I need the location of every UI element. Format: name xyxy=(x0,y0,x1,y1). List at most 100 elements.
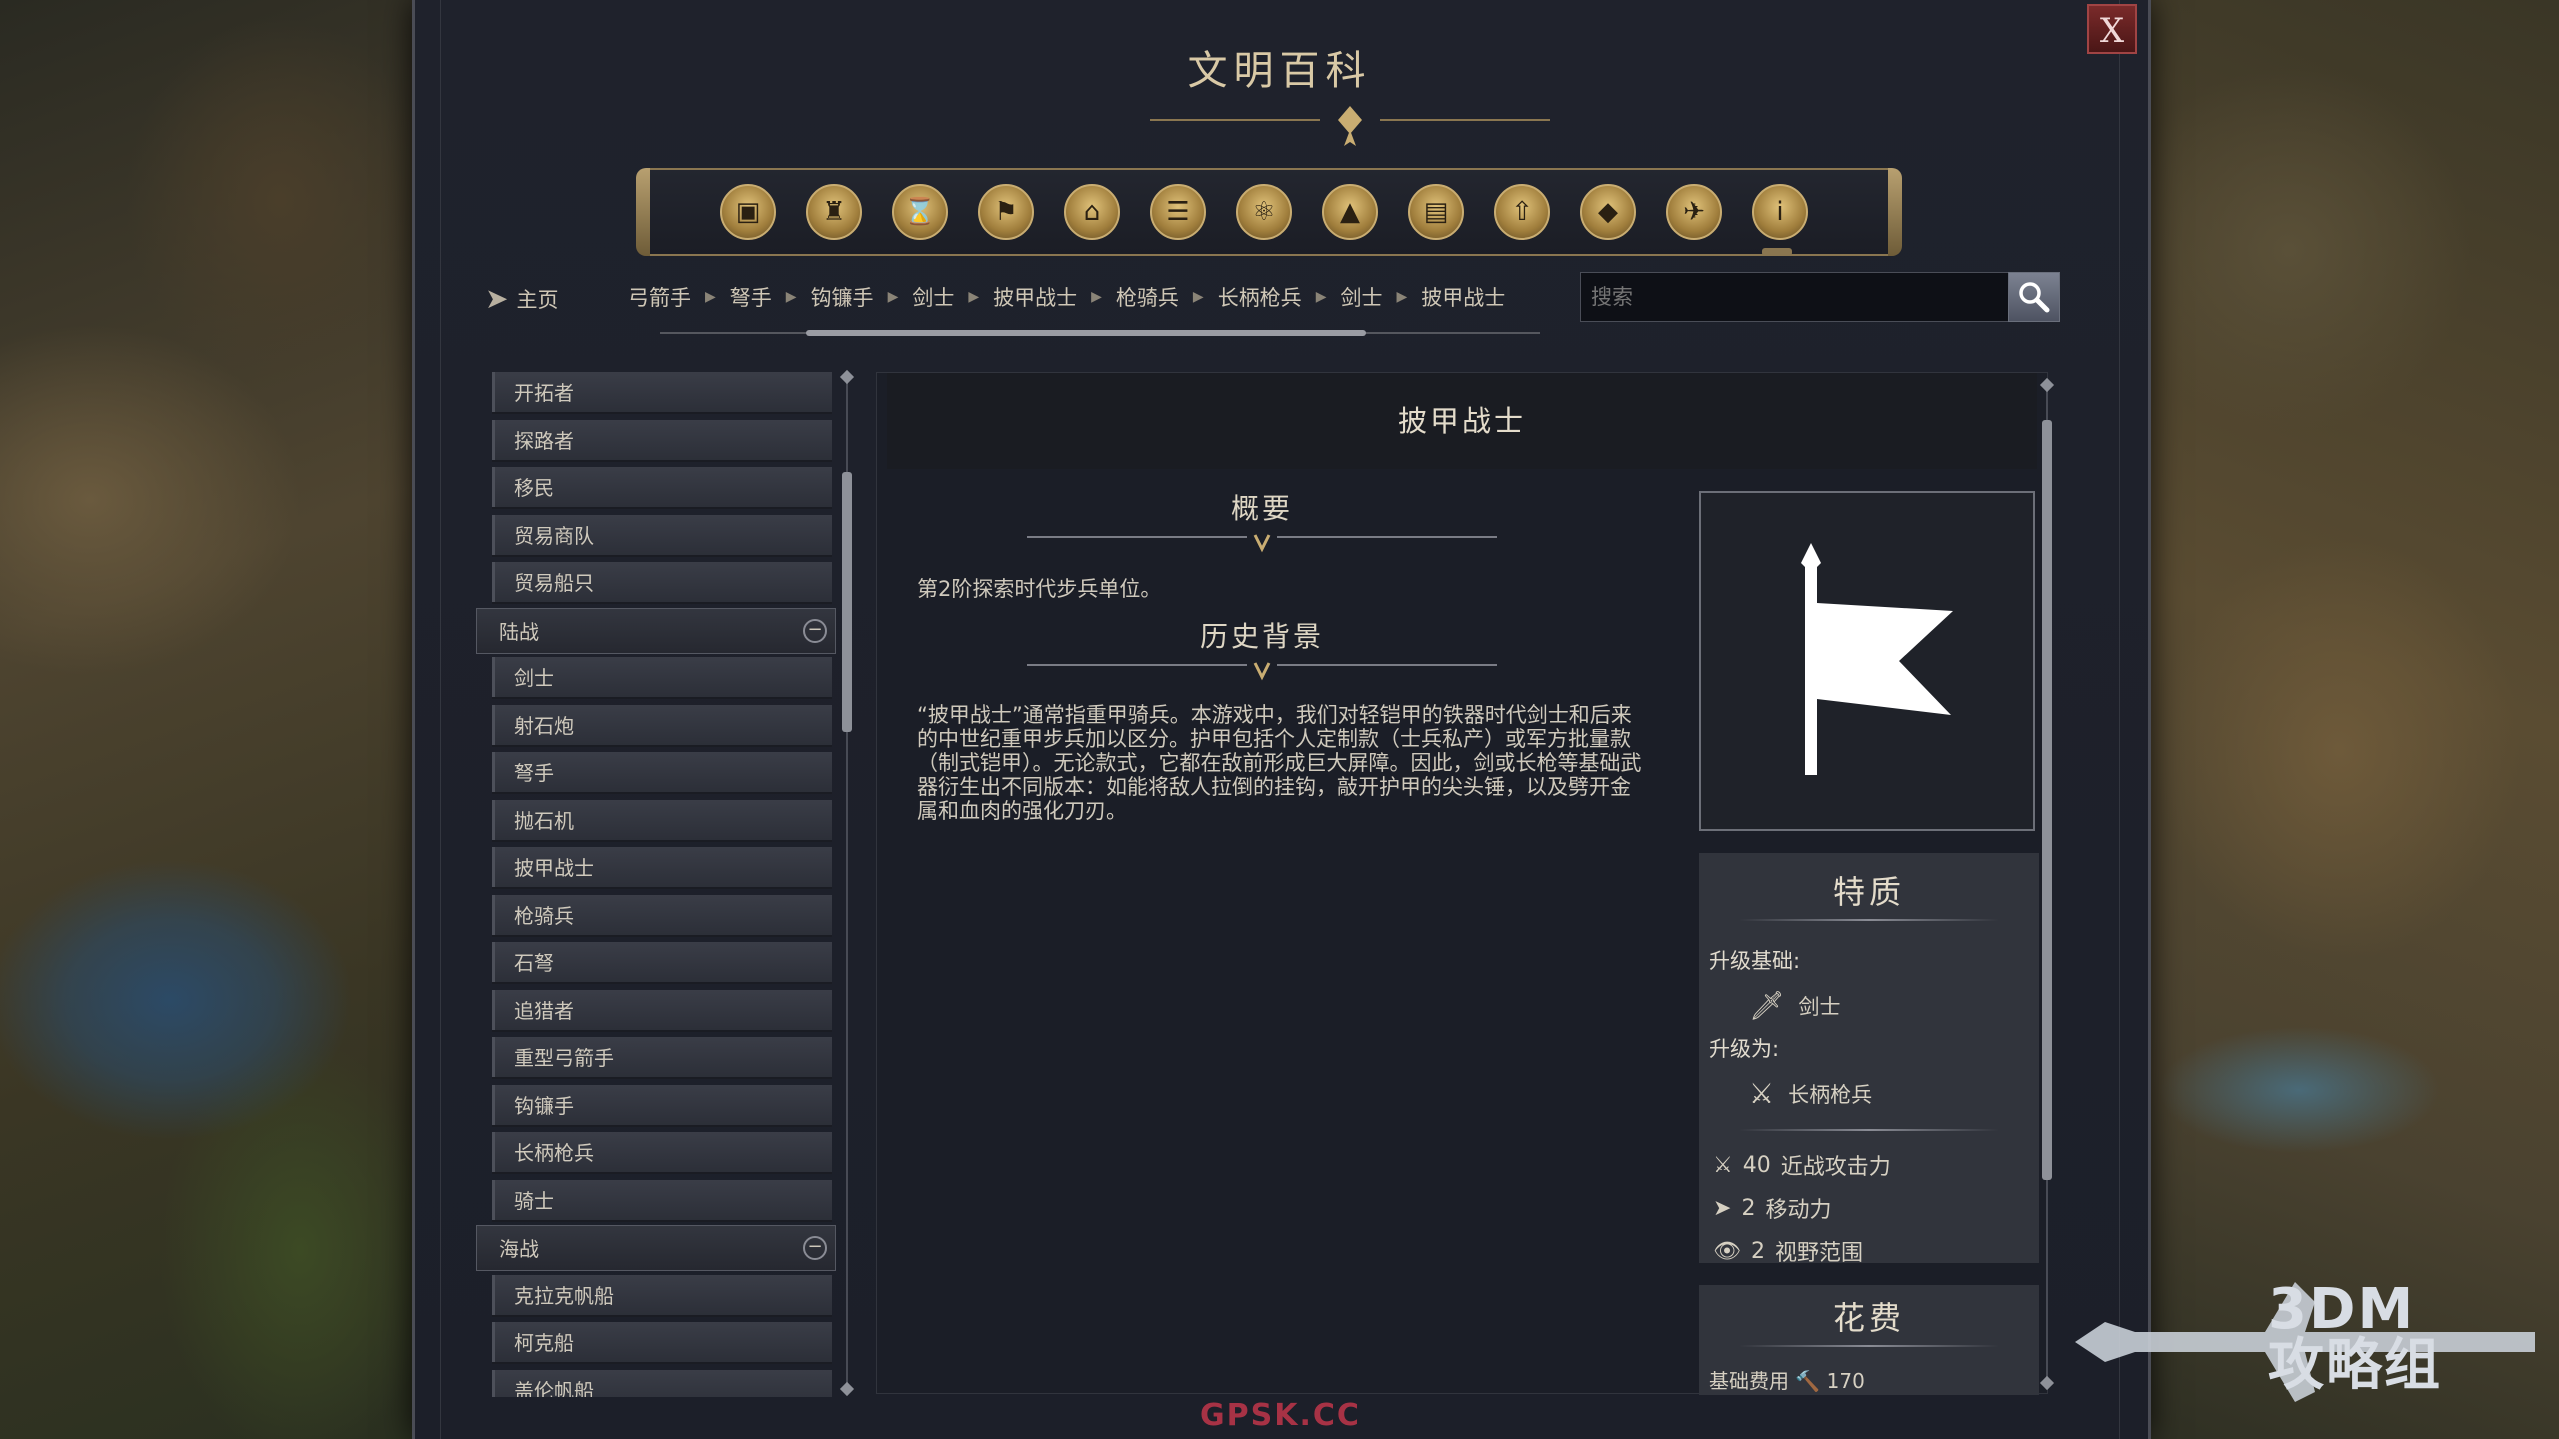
breadcrumb-item[interactable]: 披甲战士 xyxy=(993,282,1077,312)
breadcrumb-separator-icon: ▶ xyxy=(1091,289,1102,305)
list-item[interactable]: 贸易商队 xyxy=(492,514,832,557)
upgrade-to-unit[interactable]: ⚔ 长柄枪兵 xyxy=(1749,1077,1872,1110)
overview-box-icon[interactable]: ▣ xyxy=(720,184,776,240)
category-icon-bar: ▣ ♜ ⌛ ⚑ ⌂ ☰ ⚛ ▲ ▤ ⇧ ◆ ✈ i xyxy=(636,168,1902,256)
stats-divider xyxy=(1739,1129,1999,1131)
list-item[interactable]: 石弩 xyxy=(492,942,832,984)
list-item[interactable]: 骑士 xyxy=(492,1179,832,1222)
dove-icon[interactable]: ✈ xyxy=(1666,184,1722,240)
list-item[interactable]: 贸易船只 xyxy=(492,562,832,604)
list-item[interactable]: 剑士 xyxy=(492,657,832,699)
detail-scroll-down-knob[interactable] xyxy=(2039,1375,2055,1391)
hammer-icon: 🔨 xyxy=(1795,1369,1821,1393)
detail-scroll-up-knob[interactable] xyxy=(2039,377,2055,393)
mountain-icon[interactable]: ▲ xyxy=(1322,184,1378,240)
up-arrow-icon[interactable]: ⇧ xyxy=(1494,184,1550,240)
list-item[interactable]: 披甲战士 xyxy=(492,847,832,889)
museum-icon[interactable]: ⌂ xyxy=(1064,184,1120,240)
iconbar-left-cap xyxy=(636,168,650,256)
sword-unit-icon: 🗡 xyxy=(1749,989,1785,1022)
list-item[interactable]: 盖伦帆船 xyxy=(492,1369,832,1397)
info-icon[interactable]: i xyxy=(1752,184,1808,240)
traits-panel: 特质 升级基础: 🗡 剑士 升级为: ⚔ 长柄枪兵 ⚔ 40 近战攻击力 ➤ 2 移动力 👁… xyxy=(1699,853,2039,1266)
breadcrumb-separator-icon: ▶ xyxy=(1192,289,1204,305)
summary-ornament xyxy=(1027,534,1497,553)
detail-scrollbar[interactable] xyxy=(2039,377,2055,1391)
breadcrumb-scrollbar[interactable] xyxy=(660,330,1540,336)
goblet-icon[interactable]: ♜ xyxy=(806,184,862,240)
breadcrumb-item[interactable]: 枪骑兵 xyxy=(1116,282,1179,312)
history-text: “披甲战士”通常指重甲骑兵。本游戏中，我们对轻铠甲的铁器时代剑士和后来的中世纪重… xyxy=(917,703,1642,823)
stat-label: 移动力 xyxy=(1765,1198,1832,1223)
list-scroll-down-knob[interactable] xyxy=(839,1381,855,1397)
search-input[interactable] xyxy=(1580,272,2010,322)
base-cost-value: 170 xyxy=(1826,1369,1865,1393)
hourglass-icon[interactable]: ⌛ xyxy=(892,184,948,240)
breadcrumb-item[interactable]: 剑士 xyxy=(1340,282,1382,312)
breadcrumb-item[interactable]: 弓箭手 xyxy=(628,282,691,312)
detail-title: 披甲战士 xyxy=(887,373,2037,469)
upgrade-from-unit-name: 剑士 xyxy=(1798,994,1841,1019)
unit-list: 开拓者探路者移民贸易商队贸易船只陆战 − 剑士射石炮弩手抛石机披甲战士枪骑兵石弩追猎… xyxy=(476,372,836,1397)
breadcrumb-item[interactable]: 钩镰手 xyxy=(811,282,874,312)
list-group-header[interactable]: 海战 − xyxy=(476,1225,836,1271)
district-icon[interactable]: ▤ xyxy=(1408,184,1464,240)
detail-scroll-thumb[interactable] xyxy=(2042,420,2052,1180)
map-background-left xyxy=(0,0,420,1439)
breadcrumb-item[interactable]: 弩手 xyxy=(730,282,772,312)
list-item[interactable]: 探路者 xyxy=(492,419,832,462)
search-button[interactable] xyxy=(2008,272,2060,322)
list-item[interactable]: 射石炮 xyxy=(492,704,832,747)
selected-category-marker xyxy=(1762,248,1792,256)
list-item[interactable]: 钩镰手 xyxy=(492,1084,832,1127)
list-item[interactable]: 开拓者 xyxy=(492,372,832,414)
detail-panel: 披甲战士 概要 第2阶探索时代步兵单位。 历史背景 “披甲战士”通常指重甲骑兵。… xyxy=(876,372,2048,1395)
unit-portrait xyxy=(1699,491,2035,831)
traits-divider xyxy=(1739,919,1999,921)
upgrade-from-unit[interactable]: 🗡 剑士 xyxy=(1749,989,1841,1022)
list-item[interactable]: 柯克船 xyxy=(492,1322,832,1364)
upgrade-from-label: 升级基础: xyxy=(1709,949,1801,973)
sword-icon: ⚔ xyxy=(1713,1152,1733,1178)
atom-icon[interactable]: ⚛ xyxy=(1236,184,1292,240)
base-cost: 基础费用 🔨 170 xyxy=(1709,1365,1865,1394)
list-item[interactable]: 移民 xyxy=(492,467,832,509)
stat-value: 2 xyxy=(1750,1238,1765,1264)
flag-icon[interactable]: ⚑ xyxy=(978,184,1034,240)
list-item[interactable]: 抛石机 xyxy=(492,799,832,842)
list-item[interactable]: 追猎者 xyxy=(492,989,832,1032)
list-item[interactable]: 重型弓箭手 xyxy=(492,1037,832,1079)
stat-row: ⚔ 40 近战攻击力 xyxy=(1713,1149,1891,1181)
list-scroll-thumb[interactable] xyxy=(842,472,852,732)
open-book-icon[interactable]: ☰ xyxy=(1150,184,1206,240)
window-title: 文明百科 xyxy=(1187,48,1372,94)
list-group-label: 陆战 xyxy=(499,619,539,644)
breadcrumb-separator-icon: ▶ xyxy=(887,289,899,305)
stat-label: 近战攻击力 xyxy=(1780,1155,1891,1180)
eye-icon: 👁 xyxy=(1713,1238,1741,1264)
list-scroll-up-knob[interactable] xyxy=(839,369,855,385)
category-icons: ▣ ♜ ⌛ ⚑ ⌂ ☰ ⚛ ▲ ▤ ⇧ ◆ ✈ i xyxy=(720,184,1808,240)
home-label: 主页 xyxy=(516,287,559,312)
breadcrumb-scroll-thumb[interactable] xyxy=(806,330,1366,336)
crystal-icon[interactable]: ◆ xyxy=(1580,184,1636,240)
collapse-icon[interactable]: − xyxy=(803,618,827,643)
breadcrumb-separator-icon: ▶ xyxy=(705,289,716,305)
list-group-header[interactable]: 陆战 − xyxy=(476,607,836,654)
stat-label: 视野范围 xyxy=(1774,1241,1863,1266)
breadcrumb-item[interactable]: 长柄枪兵 xyxy=(1218,282,1302,312)
list-item[interactable]: 枪骑兵 xyxy=(492,894,832,937)
cost-title: 花费 xyxy=(1832,1299,1905,1337)
list-item[interactable]: 克拉克帆船 xyxy=(492,1274,832,1317)
iconbar-right-cap xyxy=(1888,168,1902,256)
list-item[interactable]: 长柄枪兵 xyxy=(492,1132,832,1174)
breadcrumb-separator-icon: ▶ xyxy=(1396,289,1408,305)
home-link[interactable]: ➤ 主页 xyxy=(485,282,558,315)
watermark-text: 3DM 攻略组 xyxy=(2268,1282,2442,1394)
collapse-icon[interactable]: − xyxy=(803,1236,827,1260)
breadcrumb-item[interactable]: 剑士 xyxy=(912,282,954,312)
list-item[interactable]: 弩手 xyxy=(492,752,832,794)
breadcrumb-item[interactable]: 披甲战士 xyxy=(1421,282,1505,312)
movement-arrow-icon: ➤ xyxy=(1713,1195,1732,1221)
unit-list-scrollbar[interactable] xyxy=(839,369,855,1397)
